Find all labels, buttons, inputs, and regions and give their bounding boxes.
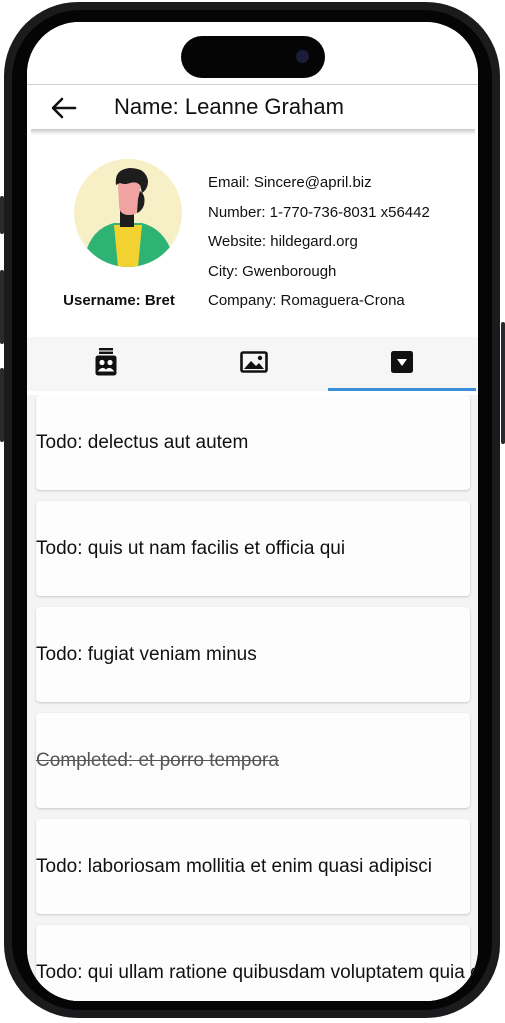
- todo-text: Todo: laboriosam mollitia et enim quasi …: [36, 855, 433, 877]
- todo-card[interactable]: Todo: qui ullam ratione quibusdam volupt…: [36, 925, 478, 1001]
- screen: Name: Leanne Graham Username: Bret Email…: [27, 22, 478, 1001]
- todo-card[interactable]: Todo: laboriosam mollitia et enim quasi …: [36, 819, 470, 914]
- tab-indicator: [328, 388, 476, 391]
- todo-card[interactable]: Todo: delectus aut autem: [36, 395, 470, 490]
- tab-todos[interactable]: [328, 337, 476, 391]
- dropdown-box-icon: [391, 350, 413, 378]
- tab-albums[interactable]: [180, 337, 328, 391]
- page-title: Name: Leanne Graham: [114, 94, 344, 119]
- profile-card: Username: Bret Email: Sincere@april.biz …: [33, 137, 473, 337]
- todo-card[interactable]: Todo: fugiat veniam minus: [36, 607, 470, 702]
- company-text: Company: Romaguera-Crona: [208, 292, 405, 309]
- avatar: [74, 159, 182, 267]
- action-button: [0, 196, 4, 234]
- todo-text: Todo: qui ullam ratione quibusdam volupt…: [36, 961, 478, 983]
- image-icon: [240, 350, 268, 378]
- todo-card-completed[interactable]: Completed: et porro tempora: [36, 713, 470, 808]
- tab-posts[interactable]: [32, 337, 180, 391]
- completed-todo-text: Completed: et porro tempora: [36, 749, 279, 771]
- todo-text: Todo: delectus aut autem: [36, 431, 249, 453]
- todo-text: Todo: quis ut nam facilis et officia qui: [36, 537, 346, 559]
- email-text: Email: Sincere@april.biz: [208, 174, 372, 191]
- volume-up-button: [0, 270, 4, 344]
- volume-down-button: [0, 368, 4, 442]
- website-text: Website: hildegard.org: [208, 233, 358, 250]
- phone-number-text: Number: 1-770-736-8031 x56442: [208, 203, 430, 221]
- camera-icon: [296, 50, 309, 63]
- todo-list: Todo: delectus aut autem Todo: quis ut n…: [27, 395, 478, 1001]
- todo-card[interactable]: Todo: quis ut nam facilis et officia qui: [36, 501, 470, 596]
- back-arrow-icon[interactable]: [49, 95, 77, 121]
- power-button: [501, 322, 505, 444]
- username-label: Username: Bret: [63, 292, 175, 309]
- contacts-icon: [95, 347, 117, 381]
- contact-info: Email: Sincere@april.biz Number: 1-770-7…: [208, 168, 430, 316]
- app-bar-shadow: [31, 129, 475, 135]
- city-text: City: Gwenborough: [208, 262, 337, 280]
- todo-text: Todo: fugiat veniam minus: [36, 643, 257, 665]
- app-bar: Name: Leanne Graham: [27, 85, 478, 129]
- tab-bar: [27, 337, 478, 391]
- dynamic-island: [181, 36, 325, 78]
